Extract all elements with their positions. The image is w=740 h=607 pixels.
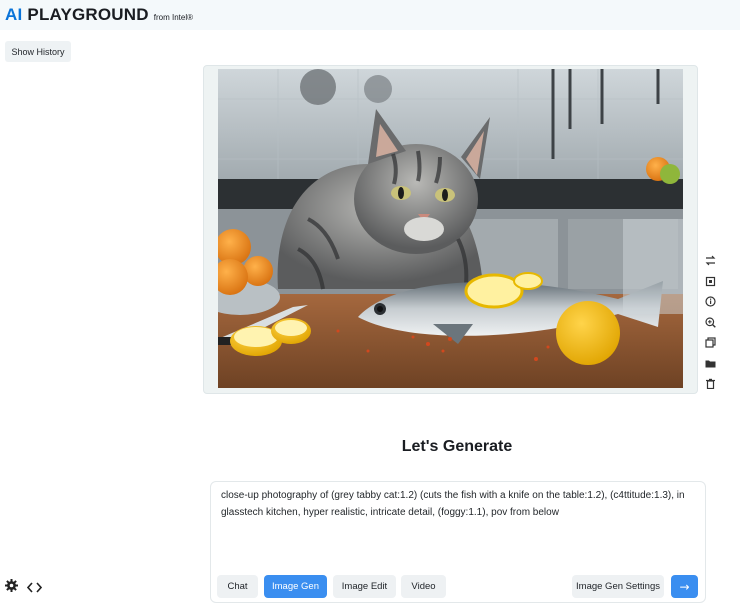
brand-ai: AI bbox=[5, 5, 23, 24]
image-actions bbox=[702, 254, 718, 391]
trash-icon[interactable] bbox=[704, 377, 717, 391]
generated-image-illustration bbox=[218, 69, 683, 388]
folder-icon[interactable] bbox=[704, 357, 717, 371]
generated-image[interactable] bbox=[218, 69, 683, 388]
info-icon[interactable] bbox=[704, 295, 717, 309]
show-history-button[interactable]: Show History bbox=[5, 41, 71, 62]
mode-image-gen-button[interactable]: Image Gen bbox=[264, 575, 327, 598]
mode-chat-button[interactable]: Chat bbox=[217, 575, 258, 598]
crop-icon[interactable] bbox=[704, 275, 717, 289]
app-header: AI PLAYGROUND from Intel® bbox=[0, 0, 740, 30]
generate-heading: Let's Generate bbox=[401, 438, 513, 455]
mode-video-button[interactable]: Video bbox=[401, 575, 446, 598]
brand-playground: PLAYGROUND bbox=[27, 5, 149, 24]
copy-icon[interactable] bbox=[704, 336, 717, 350]
send-button[interactable]: → bbox=[671, 575, 698, 598]
swap-icon[interactable] bbox=[704, 254, 717, 268]
image-gen-settings-button[interactable]: Image Gen Settings bbox=[572, 575, 664, 598]
mode-image-edit-button[interactable]: Image Edit bbox=[333, 575, 396, 598]
brand-from: from Intel® bbox=[153, 12, 193, 22]
zoom-in-icon[interactable] bbox=[704, 316, 717, 330]
gear-icon[interactable] bbox=[5, 579, 18, 592]
prompt-text[interactable]: close-up photography of (grey tabby cat:… bbox=[221, 487, 691, 521]
code-icon[interactable] bbox=[26, 580, 43, 593]
